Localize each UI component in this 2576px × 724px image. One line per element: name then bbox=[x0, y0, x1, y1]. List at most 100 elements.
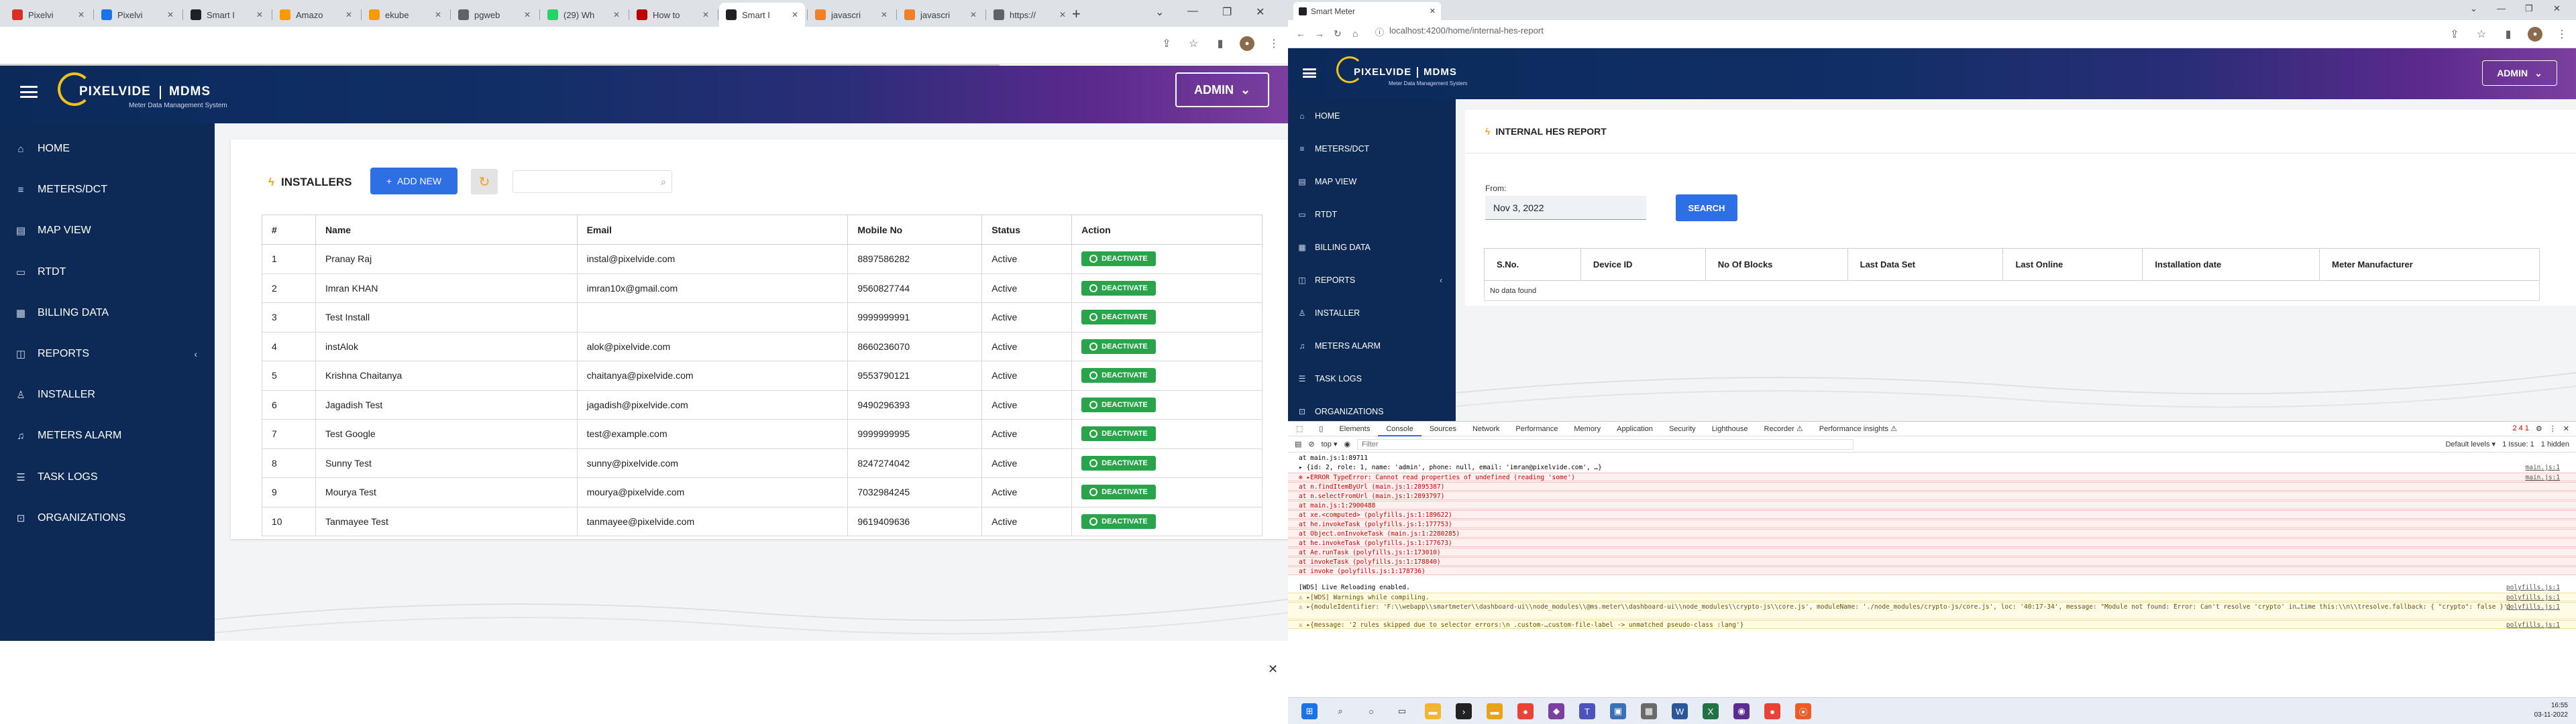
hamburger-menu-icon[interactable] bbox=[20, 86, 38, 98]
deactivate-button[interactable]: DEACTIVATE bbox=[1081, 455, 1156, 471]
sidebar-item-billing-data[interactable]: ▦ BILLING DATA bbox=[0, 293, 215, 333]
console-source-link[interactable]: polyfills.js:1 bbox=[2506, 603, 2560, 611]
bookmark-star-icon[interactable]: ☆ bbox=[2474, 27, 2489, 42]
teams-icon[interactable]: T bbox=[1579, 703, 1595, 719]
sidebar-item-meters-alarm[interactable]: ♫ METERS ALARM bbox=[1288, 329, 1456, 362]
tab-search-icon[interactable]: ⌄ bbox=[2470, 3, 2477, 14]
browser-tab[interactable]: Smart I ✕ bbox=[184, 3, 270, 27]
back-icon[interactable]: ← bbox=[1296, 28, 1305, 39]
close-tab-icon[interactable]: ✕ bbox=[792, 10, 798, 19]
tab-smart-meter[interactable]: Smart Meter ✕ bbox=[1293, 2, 1441, 20]
close-tab-icon[interactable]: ✕ bbox=[881, 10, 888, 19]
browser-tab[interactable]: https:// ✕ bbox=[987, 3, 1073, 27]
close-tab-icon[interactable]: ✕ bbox=[1059, 10, 1066, 19]
chrome-icon-2[interactable]: ● bbox=[1764, 703, 1780, 719]
close-tab-icon[interactable]: ✕ bbox=[613, 10, 620, 19]
device-toolbar-icon[interactable]: ▯ bbox=[1311, 424, 1331, 433]
close-tab-icon[interactable]: ✕ bbox=[435, 10, 441, 19]
task-view-icon[interactable]: ▭ bbox=[1394, 703, 1410, 719]
admin-menu-button[interactable]: ADMIN ⌄ bbox=[2482, 60, 2557, 86]
sidebar-item-meters-dct[interactable]: ≡ METERS/DCT bbox=[0, 170, 215, 210]
new-tab-button[interactable]: + bbox=[1072, 5, 1081, 23]
browser-tab[interactable]: Amazo ✕ bbox=[273, 3, 359, 27]
deactivate-button[interactable]: DEACTIVATE bbox=[1081, 339, 1156, 354]
sidebar-item-home[interactable]: ⌂ HOME bbox=[0, 129, 215, 169]
devtools-tab[interactable]: Performance insights ⚠ bbox=[1811, 424, 1905, 433]
deactivate-button[interactable]: DEACTIVATE bbox=[1081, 485, 1156, 500]
app-icon-2[interactable]: ◉ bbox=[1733, 703, 1750, 719]
sidebar-item-rtdt[interactable]: ▭ RTDT bbox=[0, 252, 215, 292]
folder-icon[interactable]: ▬ bbox=[1487, 703, 1503, 719]
browser-tab[interactable]: (29) Wh ✕ bbox=[541, 3, 627, 27]
browser-tab[interactable]: Pixelvi ✕ bbox=[95, 3, 180, 27]
share-icon[interactable]: ⇪ bbox=[1159, 36, 1174, 51]
devtools-counts[interactable]: 2 4 1 bbox=[2512, 424, 2528, 433]
minimize-icon[interactable]: — bbox=[2497, 3, 2506, 13]
postman-icon[interactable]: ⦿ bbox=[1795, 703, 1811, 719]
settings-gear-icon[interactable]: ⚙ bbox=[2536, 424, 2542, 433]
refresh-button[interactable]: ↻ bbox=[471, 169, 498, 194]
inspect-icon[interactable]: ⬚ bbox=[1288, 424, 1311, 433]
close-tab-icon[interactable]: ✕ bbox=[78, 10, 85, 19]
share-icon[interactable]: ⇪ bbox=[2447, 27, 2462, 42]
clear-console-icon[interactable]: ⊘ bbox=[1308, 440, 1314, 448]
context-select[interactable]: top ▾ bbox=[1322, 440, 1338, 448]
sidebar-item-rtdt[interactable]: ▭ RTDT bbox=[1288, 198, 1456, 231]
sidebar-item-task-logs[interactable]: ☰ TASK LOGS bbox=[0, 457, 215, 497]
sidebar-item-organizations[interactable]: ⊡ ORGANIZATIONS bbox=[0, 498, 215, 538]
sidebar-item-task-logs[interactable]: ☰ TASK LOGS bbox=[1288, 362, 1456, 395]
more-options-icon[interactable]: ⋮ bbox=[2549, 424, 2557, 433]
sidebar-item-map-view[interactable]: ▤ MAP VIEW bbox=[1288, 165, 1456, 198]
side-panel-icon[interactable]: ▮ bbox=[2501, 27, 2516, 42]
sidebar-item-meters-dct[interactable]: ≡ METERS/DCT bbox=[1288, 132, 1456, 165]
sidebar-item-map-view[interactable]: ▤ MAP VIEW bbox=[0, 210, 215, 251]
from-date-input[interactable]: Nov 3, 2022 bbox=[1485, 196, 1646, 220]
deactivate-button[interactable]: DEACTIVATE bbox=[1081, 280, 1156, 296]
issues-badge[interactable]: 1 Issue: 1 bbox=[2502, 440, 2534, 448]
tab-search-icon[interactable]: ⌄ bbox=[1155, 5, 1164, 19]
devtools-tab[interactable]: Elements bbox=[1331, 425, 1378, 433]
console-source-link[interactable]: main.js:1 bbox=[2526, 463, 2560, 472]
system-clock[interactable]: 16:55 03-11-2022 bbox=[2534, 701, 2568, 720]
devtools-tab[interactable]: Performance bbox=[1507, 425, 1566, 433]
sidebar-item-billing-data[interactable]: ▦ BILLING DATA bbox=[1288, 231, 1456, 263]
browser-tab[interactable]: pgweb ✕ bbox=[451, 3, 537, 27]
browser-tab[interactable]: javascri ✕ bbox=[898, 3, 983, 27]
deactivate-button[interactable]: DEACTIVATE bbox=[1081, 426, 1156, 442]
sidebar-item-installer[interactable]: ♙ INSTALLER bbox=[1288, 296, 1456, 329]
bookmark-star-icon[interactable]: ☆ bbox=[1186, 36, 1201, 51]
deactivate-button[interactable]: DEACTIVATE bbox=[1081, 514, 1156, 529]
forward-icon[interactable]: → bbox=[1315, 28, 1324, 39]
excel-icon[interactable]: X bbox=[1703, 703, 1719, 719]
windows-icon[interactable]: ⊞ bbox=[1301, 703, 1318, 719]
deactivate-button[interactable]: DEACTIVATE bbox=[1081, 397, 1156, 412]
profile-avatar[interactable]: ● bbox=[1240, 36, 1254, 51]
sidebar-toggle-icon[interactable]: ▤ bbox=[1295, 440, 1301, 448]
maximize-icon[interactable]: ❐ bbox=[1222, 5, 1232, 19]
search-button[interactable]: SEARCH bbox=[1676, 194, 1737, 221]
browser-tab[interactable]: How to ✕ bbox=[630, 3, 716, 27]
eye-icon[interactable]: ◉ bbox=[1344, 440, 1351, 448]
app-icon-1[interactable]: ▦ bbox=[1641, 703, 1657, 719]
console-source-link[interactable]: polyfills.js:1 bbox=[2506, 593, 2560, 601]
menu-dots-icon[interactable]: ⋮ bbox=[2555, 27, 2569, 42]
search-icon[interactable]: ⌕ bbox=[1332, 703, 1348, 719]
file-explorer-icon[interactable]: ▬ bbox=[1425, 703, 1441, 719]
sidebar-item-home[interactable]: ⌂ HOME bbox=[1288, 99, 1456, 132]
devtools-tab[interactable]: Memory bbox=[1566, 425, 1609, 433]
close-tab-icon[interactable]: ✕ bbox=[256, 10, 263, 19]
sidebar-item-organizations[interactable]: ⊡ ORGANIZATIONS bbox=[1288, 395, 1456, 421]
close-window-icon[interactable]: ✕ bbox=[2553, 3, 2561, 14]
home-nav-icon[interactable]: ⌂ bbox=[1352, 28, 1358, 39]
url-field[interactable]: ⓘ localhost:4200/home/internal-hes-repor… bbox=[1375, 25, 1544, 38]
devtools-tab[interactable]: Recorder ⚠ bbox=[1756, 424, 1811, 433]
browser-tab[interactable]: Pixelvi ✕ bbox=[5, 3, 91, 27]
sidebar-item-meters-alarm[interactable]: ♫ METERS ALARM bbox=[0, 416, 215, 456]
deactivate-button[interactable]: DEACTIVATE bbox=[1081, 368, 1156, 383]
deactivate-button[interactable]: DEACTIVATE bbox=[1081, 310, 1156, 325]
hamburger-menu-icon[interactable] bbox=[1303, 68, 1316, 78]
log-levels-select[interactable]: Default levels ▾ bbox=[2445, 440, 2496, 448]
devtools-tab[interactable]: Console bbox=[1378, 422, 1421, 436]
console-filter-input[interactable] bbox=[1357, 438, 1854, 450]
devtools-tab[interactable]: Security bbox=[1661, 425, 1704, 433]
